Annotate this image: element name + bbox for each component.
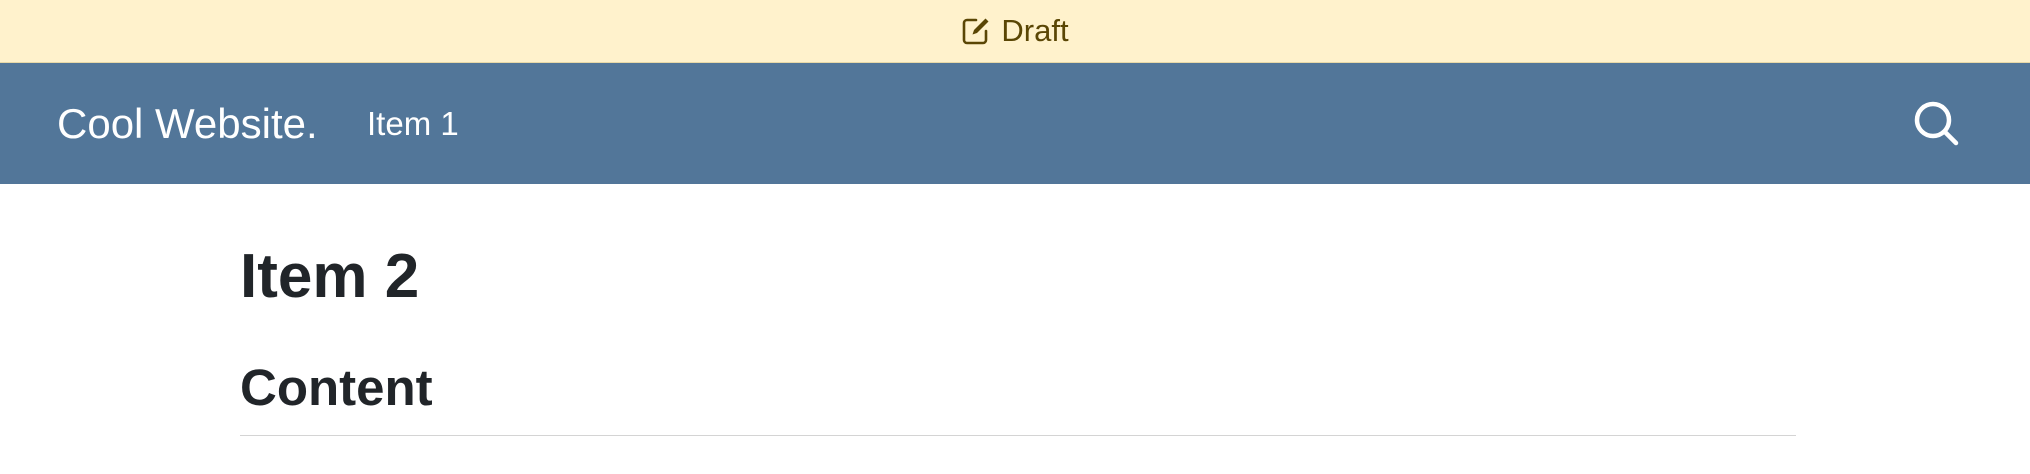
draft-banner: Draft [0,0,2030,63]
edit-icon [961,16,991,46]
site-brand-link[interactable]: Cool Website. [57,63,318,184]
top-navbar: Cool Website. Item 1 [0,63,2030,184]
divider [240,435,1796,436]
draft-indicator: Draft [961,13,1069,49]
page-title: Item 2 [240,242,420,311]
nav-item-1[interactable]: Item 1 [367,63,459,184]
search-button[interactable] [1910,99,1962,151]
section-heading: Content [240,359,433,416]
draft-label: Draft [1001,13,1069,48]
search-icon [1912,99,1960,152]
